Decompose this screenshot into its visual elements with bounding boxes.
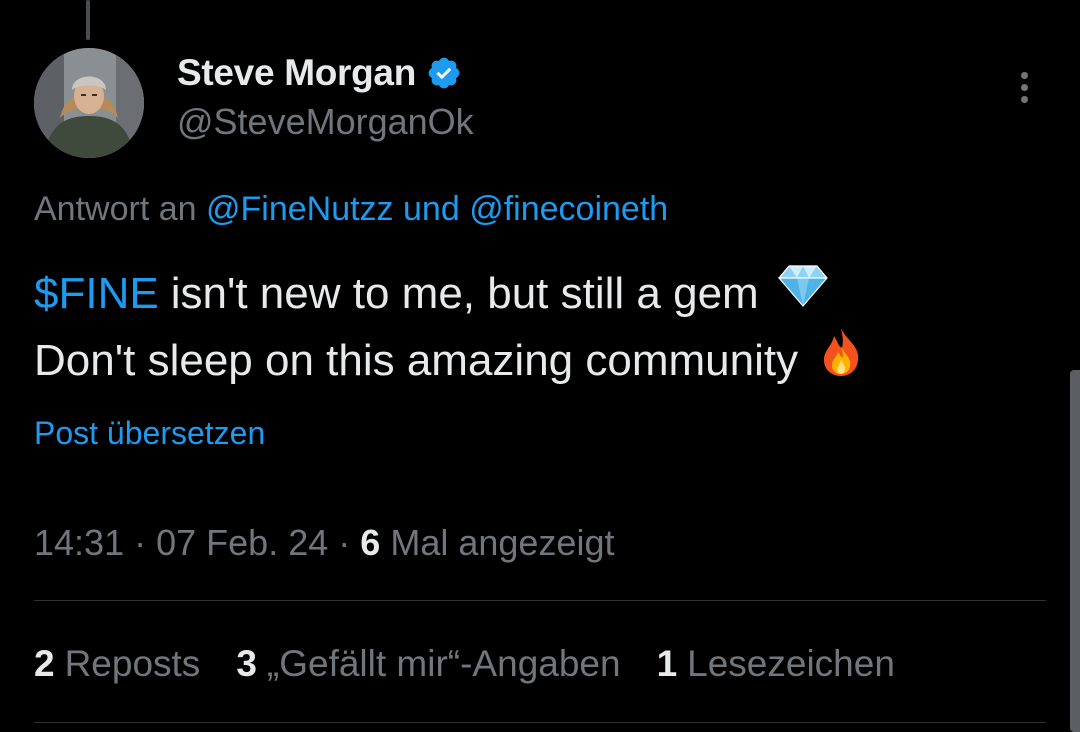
likes-stat[interactable]: 3 „Gefällt mir“-Angaben (236, 643, 620, 685)
cashtag-link[interactable]: $FINE (34, 262, 159, 326)
post-date[interactable]: 07 Feb. 24 (156, 522, 328, 563)
mention-link-finecoineth[interactable]: @finecoineth (469, 190, 668, 228)
gem-stone-icon (775, 262, 831, 326)
bookmarks-label: Lesezeichen (687, 643, 895, 684)
reposts-label: Reposts (64, 643, 201, 684)
profile-photo-icon (34, 48, 144, 158)
author-name-row[interactable]: Steve Morgan (177, 52, 462, 94)
author-display-name[interactable]: Steve Morgan (177, 52, 416, 94)
reply-context: Antwort an @FineNutzz und @finecoineth (34, 190, 668, 229)
bookmarks-count: 1 (656, 643, 678, 684)
engagement-stats: 2 Reposts 3 „Gefällt mir“-Angaben 1 Lesezei… (34, 643, 895, 685)
likes-count: 3 (236, 643, 257, 684)
tweet-line-1-text: isn't new to me, but still a gem (170, 269, 759, 318)
views-count: 6 (360, 522, 381, 563)
reply-prefix: Antwort an (34, 190, 197, 228)
author-handle[interactable]: @SteveMorganOk (177, 101, 474, 143)
fire-icon (818, 326, 864, 396)
tweet-line-2: Don't sleep on this amazing community (34, 326, 864, 396)
reposts-count: 2 (34, 643, 55, 684)
thread-connector-line (86, 0, 90, 40)
reposts-stat[interactable]: 2 Reposts (34, 643, 200, 685)
views-label: Mal angezeigt (390, 522, 615, 563)
tweet-body: $FINE isn't new to me, but still a gem D… (34, 262, 864, 396)
meta-separator: · (134, 522, 147, 563)
scrollbar[interactable] (1070, 370, 1080, 732)
verified-badge-icon[interactable] (426, 55, 462, 91)
reply-connector[interactable]: und (403, 190, 460, 228)
meta-separator: · (338, 522, 351, 563)
translate-post-link[interactable]: Post übersetzen (34, 415, 265, 452)
post-time[interactable]: 14:31 (34, 522, 124, 563)
tweet-line-2-text: Don't sleep on this amazing community (34, 336, 799, 385)
bookmarks-stat[interactable]: 1 Lesezeichen (657, 643, 895, 685)
mention-link-finenutzz[interactable]: @FineNutzz (206, 190, 394, 228)
likes-label: „Gefällt mir“-Angaben (266, 643, 621, 684)
more-options-icon[interactable] (1015, 72, 1033, 112)
divider (34, 600, 1046, 601)
post-metadata: 14:31 · 07 Feb. 24 · 6 Mal angezeigt (34, 522, 614, 564)
tweet-line-1: $FINE isn't new to me, but still a gem (34, 262, 864, 326)
divider (34, 722, 1046, 723)
avatar[interactable] (34, 48, 144, 158)
